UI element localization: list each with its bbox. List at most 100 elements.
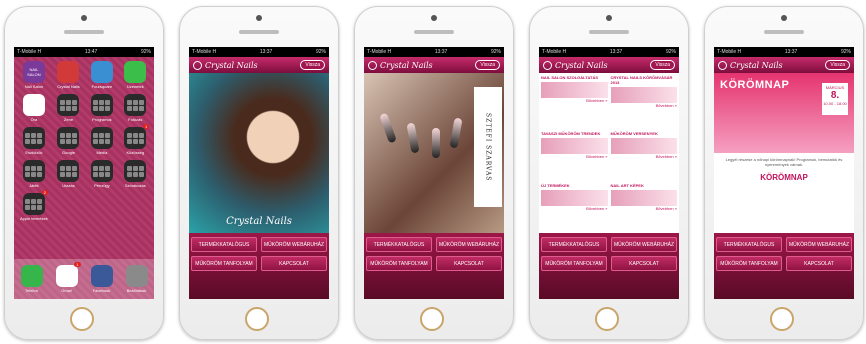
notification-badge: 1 <box>143 124 150 129</box>
event-subtitle: KÖRÖMNAP <box>760 173 808 182</box>
menu-webshop-button[interactable]: MŰKÖRÖM WEBÁRUHÁZ <box>786 237 852 252</box>
news-more-link[interactable]: Bővebben » <box>541 154 607 159</box>
app-item[interactable]: 1 Közösség <box>123 124 150 155</box>
app-logo: Crystal Nails <box>368 60 433 70</box>
notification-badge: 1 <box>74 262 81 267</box>
event-date-card: MÁRCIUS 8. 10.00 - 18.00 <box>822 83 848 115</box>
camera-icon <box>431 15 437 21</box>
menu-courses-button[interactable]: MŰKÖRÖM TANFOLYAM <box>541 256 607 271</box>
app-item[interactable]: 2 Apple termékek <box>20 190 48 221</box>
dock-item[interactable]: 1 Gmail <box>55 262 81 293</box>
carrier: T-Mobile H <box>192 49 217 55</box>
menu-webshop-button[interactable]: MŰKÖRÖM WEBÁRUHÁZ <box>261 237 327 252</box>
app-label: Zene <box>63 117 74 122</box>
menu-contact-button[interactable]: KAPCSOLAT <box>436 256 502 271</box>
folder-icon <box>22 160 45 182</box>
app-label: Crystal Nails <box>57 84 80 89</box>
app-label: Telefon <box>25 288 38 293</box>
news-more-link[interactable]: Bővebben » <box>541 98 607 103</box>
menu-courses-button[interactable]: MŰKÖRÖM TANFOLYAM <box>191 256 257 271</box>
folder-tiles <box>25 132 43 144</box>
menu-contact-button[interactable]: KAPCSOLAT <box>611 256 677 271</box>
folder-icon <box>124 160 147 182</box>
phone-app-event: T-Mobile H 13:37 92% Crystal Nails Vissz… <box>704 6 864 340</box>
news-thumbnail <box>610 189 677 206</box>
app-item[interactable]: Fotózás <box>123 94 148 122</box>
app-label: Beállítások <box>126 288 147 293</box>
main-menu: TERMÉKKATALÓGUS MŰKÖRÖM WEBÁRUHÁZ MŰKÖRÖ… <box>364 233 504 299</box>
app-item[interactable]: Pénzügy <box>89 160 114 188</box>
menu-contact-button[interactable]: KAPCSOLAT <box>786 256 852 271</box>
app-item[interactable]: Utazás <box>56 160 81 188</box>
app-label: Pénzügy <box>94 183 110 188</box>
speaker <box>239 30 279 34</box>
dock-item[interactable]: Facebook <box>90 265 113 293</box>
news-item[interactable]: ÚJ TERMÉKEK Bővebben » <box>541 183 608 231</box>
nail-shape <box>432 128 440 158</box>
home-button[interactable] <box>595 307 619 331</box>
news-more-link[interactable]: Bővebben » <box>611 154 677 159</box>
news-item[interactable]: MŰKÖRÖM VERSENYEK Bővebben » <box>610 131 677 179</box>
folder-tiles <box>59 132 77 144</box>
camera-icon <box>606 15 612 21</box>
app-item[interactable]: NAIL SALON Nail Salon <box>20 61 48 89</box>
menu-catalog-button[interactable]: TERMÉKKATALÓGUS <box>541 237 607 252</box>
dock-item[interactable]: Telefon <box>20 265 43 293</box>
app-label: Utazás <box>62 183 75 188</box>
app-item[interactable]: Crystal Nails <box>56 61 81 89</box>
menu-webshop-button[interactable]: MŰKÖRÖM WEBÁRUHÁZ <box>611 237 677 252</box>
folder-tiles <box>93 165 111 177</box>
news-item[interactable]: NAIL ART KÉPEK Bővebben » <box>610 183 677 231</box>
back-button[interactable]: Vissza <box>650 60 675 70</box>
home-button[interactable] <box>420 307 444 331</box>
main-menu: TERMÉKKATALÓGUS MŰKÖRÖM WEBÁRUHÁZ MŰKÖRÖ… <box>714 233 854 299</box>
back-button[interactable]: Vissza <box>825 60 850 70</box>
news-item[interactable]: TAVASZI MŰKÖRÖM TRENDEK Bővebben » <box>541 131 608 179</box>
news-item[interactable]: NAIL SALON SZOLGÁLTATÁS Bővebben » <box>541 75 608 128</box>
crystal-logo-icon <box>57 61 80 83</box>
app-item[interactable]: Média <box>89 127 114 155</box>
time: 13:47 <box>84 49 98 55</box>
home-button[interactable] <box>245 307 269 331</box>
app-item[interactable]: Google <box>56 127 81 155</box>
app-item[interactable]: Szórakozás <box>123 160 148 188</box>
phone-app-splash: T-Mobile H 13:37 92% Crystal Nails Vissz… <box>179 6 339 340</box>
status-bar: T-Mobile H 13:47 92% <box>14 47 154 57</box>
menu-contact-button[interactable]: KAPCSOLAT <box>261 256 327 271</box>
menu-catalog-button[interactable]: TERMÉKKATALÓGUS <box>191 237 257 252</box>
back-button[interactable]: Vissza <box>475 60 500 70</box>
menu-webshop-button[interactable]: MŰKÖRÖM WEBÁRUHÁZ <box>436 237 502 252</box>
crystal-logo-icon <box>368 60 377 70</box>
menu-catalog-button[interactable]: TERMÉKKATALÓGUS <box>716 237 782 252</box>
app-label: Gmail <box>61 288 72 293</box>
folder-tiles <box>25 165 43 177</box>
folder-icon <box>90 160 113 182</box>
app-item[interactable]: Foursquare <box>89 61 114 89</box>
home-button[interactable] <box>770 307 794 331</box>
back-button[interactable]: Vissza <box>300 60 325 70</box>
folder-icon <box>124 94 147 116</box>
app-item[interactable]: Zene <box>56 94 81 122</box>
menu-courses-button[interactable]: MŰKÖRÖM TANFOLYAM <box>366 256 432 271</box>
app-label: Szórakozás <box>124 183 146 188</box>
home-button[interactable] <box>70 307 94 331</box>
app-header: Crystal Nails Vissza <box>714 57 854 73</box>
app-item[interactable]: Eszközök <box>20 127 48 155</box>
news-more-link[interactable]: Bővebben » <box>611 206 677 211</box>
app-item[interactable]: Játék <box>20 160 48 188</box>
news-more-link[interactable]: Bővebben » <box>541 206 607 211</box>
app-item[interactable]: Üzenetek <box>123 61 148 89</box>
time: 13:37 <box>784 49 798 55</box>
app-item[interactable]: Óra <box>20 94 48 122</box>
folder-icon <box>90 94 113 116</box>
battery: 92% <box>665 49 676 55</box>
dock-item[interactable]: Beállítások <box>125 265 148 293</box>
app-label: Óra <box>30 117 38 122</box>
menu-courses-button[interactable]: MŰKÖRÖM TANFOLYAM <box>716 256 782 271</box>
check-icon <box>90 61 113 83</box>
news-more-link[interactable]: Bővebben » <box>611 103 677 108</box>
app-label: Fotózás <box>128 117 143 122</box>
app-item[interactable]: Programok <box>89 94 114 122</box>
news-item[interactable]: CRYSTAL NAILS KÖRÖMVÁSÁR 2013 Bővebben » <box>610 75 677 128</box>
menu-catalog-button[interactable]: TERMÉKKATALÓGUS <box>366 237 432 252</box>
